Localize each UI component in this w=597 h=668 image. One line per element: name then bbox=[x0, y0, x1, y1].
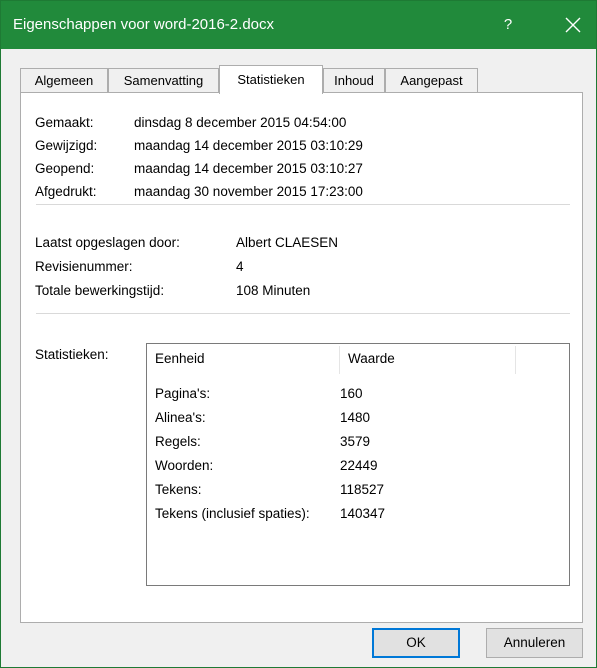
list-item-unit: Regels: bbox=[155, 434, 201, 449]
tab-algemeen[interactable]: Algemeen bbox=[20, 68, 108, 92]
cancel-button[interactable]: Annuleren bbox=[486, 628, 583, 658]
tab-inhoud[interactable]: Inhoud bbox=[323, 68, 385, 92]
created-value: dinsdag 8 december 2015 04:54:00 bbox=[134, 115, 347, 130]
column-header-value[interactable]: Waarde bbox=[348, 351, 395, 366]
close-button[interactable] bbox=[550, 1, 596, 49]
opened-value: maandag 14 december 2015 03:10:27 bbox=[134, 161, 363, 176]
opened-label: Geopend: bbox=[35, 161, 95, 176]
revision-label: Revisienummer: bbox=[35, 259, 133, 274]
column-divider[interactable] bbox=[515, 346, 516, 374]
properties-dialog: Eigenschappen voor word-2016-2.docx ? Al… bbox=[0, 0, 597, 668]
modified-label: Gewijzigd: bbox=[35, 138, 98, 153]
column-header-unit[interactable]: Eenheid bbox=[155, 351, 205, 366]
list-item-unit: Woorden: bbox=[155, 458, 214, 473]
editing-time-value: 108 Minuten bbox=[236, 283, 311, 298]
column-divider[interactable] bbox=[339, 346, 340, 374]
printed-value: maandag 30 november 2015 17:23:00 bbox=[134, 184, 363, 199]
list-item-value: 22449 bbox=[340, 458, 378, 473]
statistics-panel: Gemaakt: dinsdag 8 december 2015 04:54:0… bbox=[20, 92, 583, 623]
last-saved-by-value: Albert CLAESEN bbox=[236, 235, 339, 250]
list-item-value: 160 bbox=[340, 386, 363, 401]
window-title: Eigenschappen voor word-2016-2.docx bbox=[13, 16, 274, 33]
modified-value: maandag 14 december 2015 03:10:29 bbox=[134, 138, 363, 153]
list-item-unit: Pagina's: bbox=[155, 386, 211, 401]
help-button[interactable]: ? bbox=[485, 1, 531, 49]
title-bar: Eigenschappen voor word-2016-2.docx ? bbox=[1, 1, 596, 49]
list-item-value: 118527 bbox=[340, 482, 385, 497]
list-item-value: 3579 bbox=[340, 434, 371, 449]
list-item-value: 1480 bbox=[340, 410, 371, 425]
list-item-unit: Tekens: bbox=[155, 482, 202, 497]
printed-label: Afgedrukt: bbox=[35, 184, 97, 199]
tab-aangepast[interactable]: Aangepast bbox=[385, 68, 478, 92]
editing-time-label: Totale bewerkingstijd: bbox=[35, 283, 165, 298]
divider bbox=[36, 313, 570, 314]
list-item-unit: Tekens (inclusief spaties): bbox=[155, 506, 310, 521]
list-item-value: 140347 bbox=[340, 506, 386, 521]
tab-samenvatting[interactable]: Samenvatting bbox=[108, 68, 219, 92]
divider bbox=[36, 204, 570, 205]
list-header: Eenheid Waarde bbox=[147, 344, 569, 374]
statistics-label: Statistieken: bbox=[35, 347, 109, 362]
close-icon bbox=[565, 17, 581, 33]
statistics-list[interactable]: Eenheid Waarde Pagina's: 160 Alinea's: 1… bbox=[146, 343, 570, 586]
created-label: Gemaakt: bbox=[35, 115, 94, 130]
last-saved-by-label: Laatst opgeslagen door: bbox=[35, 235, 180, 250]
ok-button[interactable]: OK bbox=[372, 628, 460, 658]
list-item-unit: Alinea's: bbox=[155, 410, 206, 425]
revision-value: 4 bbox=[236, 259, 244, 274]
tab-statistieken[interactable]: Statistieken bbox=[219, 65, 323, 94]
